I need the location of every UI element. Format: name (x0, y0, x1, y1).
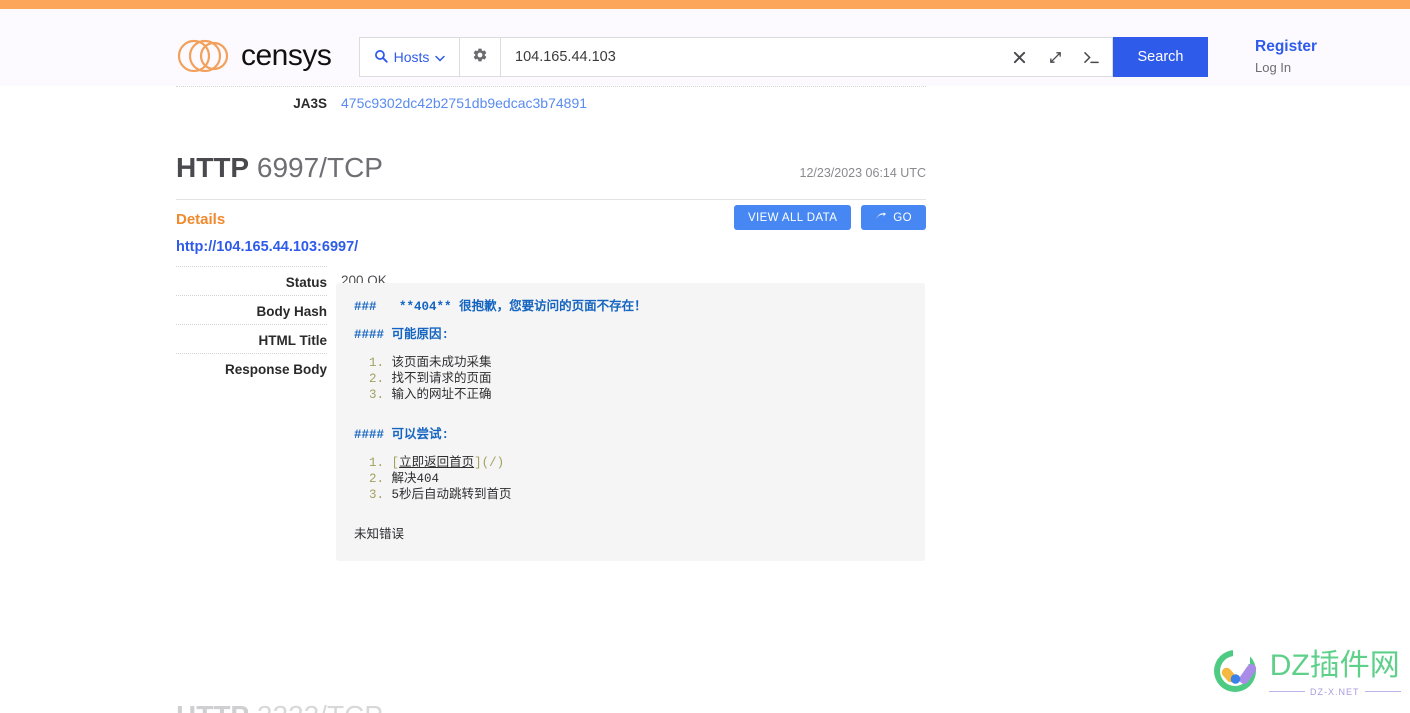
list-number: 3. (369, 388, 385, 402)
ja3s-row: JA3S 475c9302dc42b2751db9edcac3b74891 (176, 86, 926, 116)
search-button[interactable]: Search (1113, 37, 1208, 77)
login-link[interactable]: Log In (1255, 59, 1317, 77)
row-label-html-title: HTML Title (176, 324, 327, 348)
ja3s-label: JA3S (293, 96, 327, 111)
code-spacer (354, 403, 907, 415)
go-label: GO (893, 211, 912, 224)
md-hashes-h3: ### (354, 300, 377, 314)
service-protocol: HTTP (176, 152, 250, 183)
row-label-response-body: Response Body (176, 353, 327, 377)
details-header-row: Details VIEW ALL DATA GO (176, 199, 926, 230)
code-spacer (354, 443, 907, 455)
response-body-code-block: ### **404** 很抱歉，您要访问的页面不存在！ #### 可能原因: 1… (336, 283, 925, 561)
next-service-protocol: HTTP (176, 700, 249, 713)
code-spacer (354, 315, 907, 327)
md-bracket-open: [ (391, 456, 400, 470)
watermark: DZ插件网 DZ-X.NET (1209, 645, 1401, 702)
list-item: 2. 找不到请求的页面 (354, 371, 907, 387)
list-text: 解决404 (391, 472, 440, 486)
register-link[interactable]: Register (1255, 37, 1317, 57)
list-item: 1. [立即返回首页](/) (354, 455, 907, 471)
code-reasons-title: 可能原因: (391, 328, 450, 342)
list-number: 3. (369, 488, 385, 502)
search-input[interactable] (515, 49, 994, 65)
list-text: 输入的网址不正确 (391, 388, 492, 402)
dz-logo-icon (1209, 645, 1261, 702)
search-icon (374, 49, 388, 66)
censys-logo-mark (176, 37, 232, 75)
code-404-message: 很抱歉，您要访问的页面不存在！ (459, 300, 647, 314)
md-bracket-close: ] (474, 456, 482, 470)
censys-logo-text: censys (241, 39, 332, 72)
list-item: 2. 解决404 (354, 471, 907, 487)
list-number: 1. (369, 456, 385, 470)
md-hashes-h4: #### (354, 428, 385, 442)
code-spacer (354, 343, 907, 355)
censys-logo[interactable]: censys (176, 37, 332, 75)
service-title: HTTP 6997/TCP (176, 152, 383, 184)
list-item: 3. 5秒后自动跳转到首页 (354, 487, 907, 503)
code-spacer (354, 515, 907, 527)
code-try-title: 可以尝试: (391, 428, 450, 442)
list-text: 5秒后自动跳转到首页 (391, 488, 512, 502)
list-text: 找不到请求的页面 (391, 372, 492, 386)
expand-icon[interactable] (1044, 46, 1066, 68)
service-title-row: HTTP 6997/TCP 12/23/2023 06:14 UTC (176, 152, 926, 184)
top-accent-strip (0, 0, 1410, 9)
list-number: 2. (369, 472, 385, 486)
watermark-rule-left (1269, 691, 1305, 692)
search-input-container (500, 37, 1113, 77)
auth-links: Register Log In (1255, 37, 1317, 77)
clear-icon[interactable] (1008, 46, 1030, 68)
watermark-subtitle: DZ-X.NET (1269, 687, 1401, 697)
gear-icon (472, 47, 488, 68)
code-line-404-heading: ### **404** 很抱歉，您要访问的页面不存在！ (354, 299, 907, 315)
site-header: censys Hosts 104.165.44.103 Search Regis… (0, 9, 1410, 86)
view-all-data-label: VIEW ALL DATA (747, 211, 838, 224)
code-spacer (354, 503, 907, 515)
row-label-body-hash: Body Hash (176, 295, 327, 319)
view-all-data-button[interactable]: VIEW ALL DATA (733, 205, 852, 230)
service-timestamp: 12/23/2023 06:14 UTC (799, 166, 926, 180)
watermark-text-wrap: DZ插件网 DZ-X.NET (1269, 648, 1401, 697)
search-scope-label: Hosts (393, 49, 430, 65)
md-link-text: 立即返回首页 (399, 456, 475, 470)
next-service-title-partial: HTTP 2222/TCP (176, 700, 383, 713)
service-port: 6997/TCP (256, 152, 383, 183)
terminal-icon[interactable] (1080, 46, 1102, 68)
ja3s-value[interactable]: 475c9302dc42b2751db9edcac3b74891 (341, 95, 587, 111)
list-item: 3. 输入的网址不正确 (354, 387, 907, 403)
chevron-down-icon (435, 49, 446, 65)
list-number: 1. (369, 356, 385, 370)
code-spacer (354, 415, 907, 427)
watermark-rule-right (1364, 691, 1401, 692)
page-root: censys Hosts 104.165.44.103 Search Regis… (0, 0, 1410, 713)
search-settings-button[interactable] (459, 37, 500, 77)
md-bold-404: **404** (399, 300, 452, 314)
code-footer-text: 未知错误 (354, 528, 405, 542)
watermark-title: DZ插件网 (1269, 648, 1400, 682)
search-scope-selector[interactable]: Hosts (359, 37, 459, 77)
details-actions: VIEW ALL DATA GO (733, 205, 926, 230)
list-text: 该页面未成功采集 (391, 356, 492, 370)
code-line-reasons-heading: #### 可能原因: (354, 327, 907, 343)
row-label-status: Status (176, 266, 327, 290)
watermark-domain: DZ-X.NET (1310, 686, 1360, 697)
details-heading: Details (176, 211, 226, 228)
search-bar: Hosts 104.165.44.103 Search (359, 37, 1208, 77)
list-item: 1. 该页面未成功采集 (354, 355, 907, 371)
code-line-try-heading: #### 可以尝试: (354, 427, 907, 443)
md-hashes-h4: #### (354, 328, 385, 342)
list-number: 2. (369, 372, 385, 386)
service-url[interactable]: http://104.165.44.103:6997/ (176, 239, 926, 255)
go-button[interactable]: GO (861, 205, 926, 230)
md-link-href: (/) (481, 456, 505, 470)
arrow-icon (875, 211, 887, 225)
next-service-port: 2222/TCP (257, 700, 383, 713)
